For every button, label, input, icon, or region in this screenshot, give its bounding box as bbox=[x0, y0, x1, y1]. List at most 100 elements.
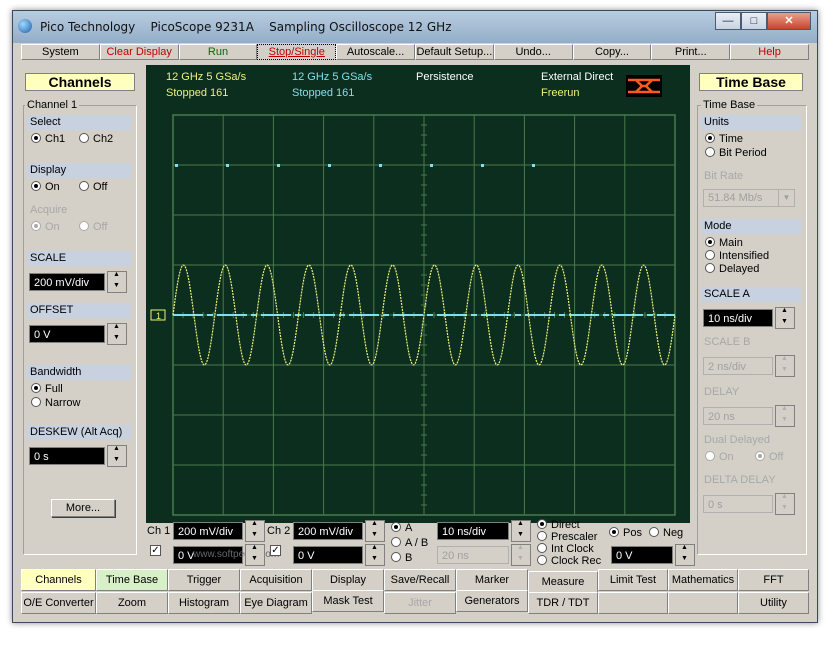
more-button[interactable]: More... bbox=[51, 499, 115, 517]
tab-marker[interactable]: Marker bbox=[456, 569, 528, 591]
select-ch1-radio[interactable]: Ch1 bbox=[31, 133, 65, 145]
tab-time-base[interactable]: Time Base bbox=[96, 569, 168, 591]
run-button[interactable]: Run bbox=[178, 44, 258, 60]
ch2-scale-field[interactable]: 200 mV/div bbox=[293, 522, 363, 540]
tab-fft[interactable]: FFT bbox=[738, 569, 809, 591]
offset-title: OFFSET bbox=[27, 303, 131, 318]
acquire-off-radio[interactable]: Off bbox=[79, 221, 107, 233]
tab-empty-2[interactable] bbox=[668, 592, 738, 614]
tab-save-recall[interactable]: Save/Recall bbox=[384, 569, 456, 591]
stop-single-button[interactable]: Stop/Single bbox=[257, 44, 337, 60]
maximize-button[interactable]: □ bbox=[741, 12, 767, 30]
scale-b-spinner[interactable] bbox=[775, 355, 795, 377]
radio-dot-icon bbox=[609, 527, 619, 537]
default-setup-button[interactable]: Default Setup... bbox=[414, 44, 494, 60]
tab-jitter[interactable]: Jitter bbox=[384, 592, 456, 614]
deskew-field[interactable]: 0 s bbox=[29, 447, 105, 465]
tab-channels[interactable]: Channels bbox=[21, 569, 96, 591]
copy-button[interactable]: Copy... bbox=[572, 44, 652, 60]
undo-button[interactable]: Undo... bbox=[493, 44, 573, 60]
clear-display-button[interactable]: Clear Display bbox=[99, 44, 179, 60]
mode-delayed-radio[interactable]: Delayed bbox=[705, 263, 759, 275]
ch2-enable-checkbox[interactable]: ✓ bbox=[270, 545, 281, 556]
mode-intensified-radio[interactable]: Intensified bbox=[705, 250, 769, 262]
units-time-radio[interactable]: Time bbox=[705, 133, 743, 145]
display-off-radio[interactable]: Off bbox=[79, 181, 107, 193]
bandwidth-full-label: Full bbox=[45, 383, 63, 395]
tab-utility[interactable]: Utility bbox=[738, 592, 809, 614]
tab-tdr-tdt[interactable]: TDR / TDT bbox=[528, 592, 598, 614]
tab-generators[interactable]: Generators bbox=[456, 590, 528, 612]
scale-a-spinner[interactable] bbox=[775, 307, 795, 329]
trig-clock-rec-radio[interactable]: Clock Rec bbox=[537, 555, 601, 567]
tb-b-label: B bbox=[405, 552, 413, 564]
delay-field[interactable]: 20 ns bbox=[703, 407, 773, 425]
tab-mathematics[interactable]: Mathematics bbox=[668, 569, 738, 591]
print-button[interactable]: Print... bbox=[651, 44, 731, 60]
dual-delayed-off-radio[interactable]: Off bbox=[755, 451, 783, 463]
tab-eye-diagram[interactable]: Eye Diagram bbox=[240, 592, 312, 614]
mode-main-radio[interactable]: Main bbox=[705, 237, 743, 249]
tb-b-radio[interactable]: B bbox=[391, 552, 412, 564]
tab-trigger[interactable]: Trigger bbox=[168, 569, 240, 591]
autoscale-button[interactable]: Autoscale... bbox=[336, 44, 415, 60]
select-ch2-radio[interactable]: Ch2 bbox=[79, 133, 113, 145]
ch1-offset-spinner[interactable] bbox=[245, 544, 265, 566]
units-bit-period-radio[interactable]: Bit Period bbox=[705, 147, 767, 159]
tab-oe-converter[interactable]: O/E Converter bbox=[21, 592, 96, 614]
acquire-on-radio[interactable]: On bbox=[31, 221, 60, 233]
radio-dot-icon bbox=[705, 133, 715, 143]
tab-empty-1[interactable] bbox=[598, 592, 668, 614]
trig-int-clock-label: Int Clock bbox=[551, 543, 594, 555]
tab-mask-test[interactable]: Mask Test bbox=[312, 590, 384, 612]
offset-field[interactable]: 0 V bbox=[29, 325, 105, 343]
ch2-offset-field[interactable]: 0 V bbox=[293, 546, 363, 564]
trig-prescaler-radio[interactable]: Prescaler bbox=[537, 531, 597, 543]
help-button[interactable]: Help bbox=[730, 44, 809, 60]
delta-delay-field[interactable]: 0 s bbox=[703, 495, 773, 513]
deskew-spinner[interactable] bbox=[107, 445, 127, 467]
trig-direct-radio[interactable]: Direct bbox=[537, 519, 580, 531]
close-button[interactable]: ✕ bbox=[767, 12, 811, 30]
tab-zoom[interactable]: Zoom bbox=[96, 592, 168, 614]
scale-field[interactable]: 200 mV/div bbox=[29, 273, 105, 291]
minimize-button[interactable]: — bbox=[715, 12, 741, 30]
tb-delay-spinner[interactable] bbox=[511, 544, 531, 566]
scale-b-field[interactable]: 2 ns/div bbox=[703, 357, 773, 375]
scope-display[interactable]: 12 GHz 5 GSa/s Stopped 161 12 GHz 5 GSa/… bbox=[146, 65, 690, 523]
slope-pos-radio[interactable]: Pos bbox=[609, 527, 642, 539]
channels-header: Channels bbox=[25, 73, 135, 91]
tb-a-radio[interactable]: A bbox=[391, 522, 412, 534]
delta-delay-spinner[interactable] bbox=[775, 493, 795, 515]
dual-delayed-title: Dual Delayed bbox=[701, 433, 801, 448]
tab-acquisition[interactable]: Acquisition bbox=[240, 569, 312, 591]
scale-a-field[interactable]: 10 ns/div bbox=[703, 309, 773, 327]
bit-rate-dropdown[interactable]: 51.84 Mb/s ▼ bbox=[703, 189, 795, 207]
scale-spinner[interactable] bbox=[107, 271, 127, 293]
display-on-radio[interactable]: On bbox=[31, 181, 60, 193]
dual-delayed-on-radio[interactable]: On bbox=[705, 451, 734, 463]
tb-scale-spinner[interactable] bbox=[511, 520, 531, 542]
trig-level-spinner[interactable] bbox=[675, 544, 695, 566]
trig-int-clock-radio[interactable]: Int Clock bbox=[537, 543, 594, 555]
delay-spinner[interactable] bbox=[775, 405, 795, 427]
system-button[interactable]: System bbox=[21, 44, 100, 60]
tab-display[interactable]: Display bbox=[312, 569, 384, 591]
tab-limit-test[interactable]: Limit Test bbox=[598, 569, 668, 591]
tb-ab-radio[interactable]: A / B bbox=[391, 537, 428, 549]
ch1-enable-checkbox[interactable]: ✓ bbox=[150, 545, 161, 556]
tab-measure[interactable]: Measure bbox=[528, 571, 598, 593]
bandwidth-narrow-radio[interactable]: Narrow bbox=[31, 397, 80, 409]
trig-level-field[interactable]: 0 V bbox=[611, 546, 673, 564]
tb-delay-field[interactable]: 20 ns bbox=[437, 546, 509, 564]
slope-neg-radio[interactable]: Neg bbox=[649, 527, 683, 539]
tb-scale-field[interactable]: 10 ns/div bbox=[437, 522, 509, 540]
ch1-scale-field[interactable]: 200 mV/div bbox=[173, 522, 243, 540]
ch2-offset-spinner[interactable] bbox=[365, 544, 385, 566]
ch1-scale-spinner[interactable] bbox=[245, 520, 265, 542]
tab-histogram[interactable]: Histogram bbox=[168, 592, 240, 614]
bandwidth-full-radio[interactable]: Full bbox=[31, 383, 63, 395]
offset-spinner[interactable] bbox=[107, 323, 127, 345]
ch2-scale-spinner[interactable] bbox=[365, 520, 385, 542]
display-title: Display bbox=[27, 163, 131, 178]
